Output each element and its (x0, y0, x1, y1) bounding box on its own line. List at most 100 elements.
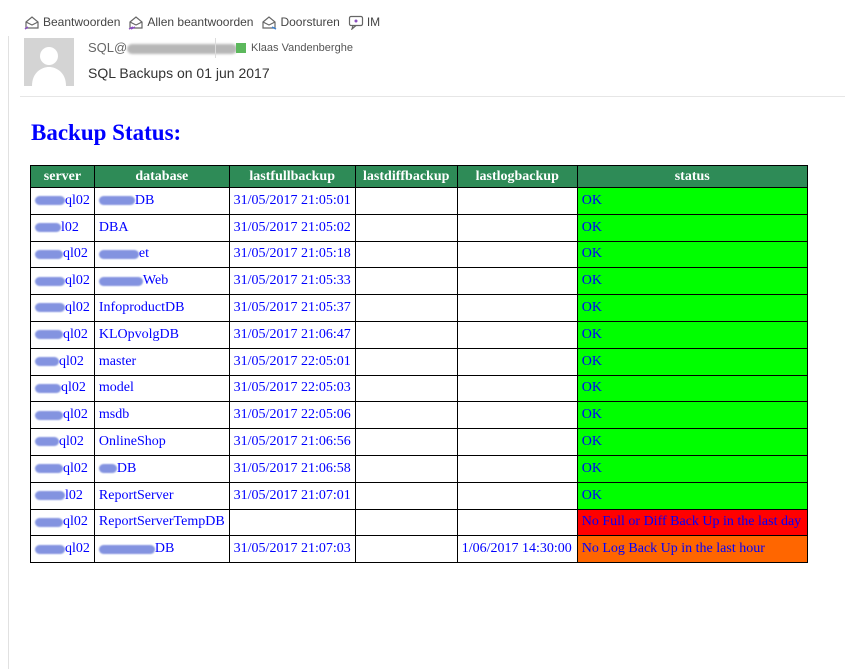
reply-all-button[interactable]: Allen beantwoorden (128, 14, 253, 30)
cell-status: OK (576, 401, 808, 430)
redacted-text (35, 330, 63, 340)
cell-database: ReportServer (93, 481, 230, 510)
cell-lastdiffbackup (354, 401, 458, 430)
cell-lastfullbackup-text: 31/05/2017 21:05:18 (233, 246, 351, 262)
reply-button[interactable]: Beantwoorden (24, 14, 120, 30)
cell-lastlogbackup (456, 294, 578, 322)
cell-lastfullbackup-text: 31/05/2017 21:05:37 (233, 300, 351, 316)
cell-server-text: ql02 (65, 192, 90, 208)
cell-server: ql02 (30, 428, 95, 456)
cell-status: No Log Back Up in the last hour (576, 535, 808, 564)
column-header-database: database (93, 165, 230, 188)
cell-database-text: ReportServer (98, 487, 174, 503)
cell-database-text: DB (134, 192, 155, 208)
cell-server: ql02 (30, 187, 95, 215)
redacted-text (98, 276, 143, 286)
column-header-lastdiffbackup: lastdiffbackup (354, 165, 458, 188)
redacted-text (98, 464, 117, 474)
header-separator (20, 96, 845, 97)
cell-lastlogbackup (456, 213, 578, 242)
cell-status-text: No Log Back Up in the last hour (581, 541, 765, 557)
cell-status-text: OK (581, 487, 602, 503)
cell-server: ql02 (30, 374, 95, 403)
redacted-text (98, 249, 139, 259)
table-row: ql02 DB 31/05/2017 21:05:01 OK (30, 187, 808, 215)
column-header-server: server (30, 165, 95, 188)
reply-all-label: Allen beantwoorden (147, 15, 254, 29)
cell-database: OnlineShop (93, 428, 230, 456)
redacted-sender-domain (127, 43, 238, 54)
redacted-text (98, 196, 135, 206)
table-row: ql02 Web 31/05/2017 21:05:33 OK (30, 267, 808, 296)
forward-button[interactable]: Doorsturen (261, 14, 340, 30)
cell-lastfullbackup-text: 31/05/2017 21:05:01 (233, 192, 351, 208)
cell-database: Web (93, 267, 230, 296)
cell-database-text: OnlineShop (98, 434, 166, 450)
cell-status: OK (576, 187, 808, 215)
table-row: ql02 et 31/05/2017 21:05:18 OK (30, 240, 808, 269)
cell-lastdiffbackup (354, 294, 458, 322)
redacted-text (98, 544, 155, 554)
cell-server-text: ql02 (59, 434, 84, 450)
cell-status: OK (576, 454, 808, 483)
cell-server-text: ql02 (63, 246, 88, 262)
cell-lastfullbackup: 31/05/2017 21:05:02 (228, 213, 356, 242)
cell-lastlogbackup (456, 401, 578, 430)
cell-database: DB (93, 535, 230, 564)
cell-lastlogbackup (456, 240, 578, 269)
header-divider (215, 38, 216, 58)
cell-database: KLOpvolgDB (93, 320, 230, 349)
cell-lastfullbackup-text: 31/05/2017 21:07:01 (233, 487, 351, 503)
cell-server-text: ql02 (63, 514, 88, 530)
forward-label: Doorsturen (280, 15, 340, 29)
cell-database: DB (93, 187, 230, 215)
cell-lastfullbackup: 31/05/2017 21:06:56 (228, 428, 356, 456)
table-row: ql02 DB 31/05/2017 21:06:58 OK (30, 454, 808, 483)
cell-lastfullbackup-text: 31/05/2017 21:06:47 (233, 326, 351, 342)
cell-lastlogbackup (456, 508, 578, 537)
redacted-text (35, 490, 65, 500)
reading-pane-border (8, 36, 9, 669)
cell-status: OK (576, 481, 808, 510)
cell-server-text: ql02 (59, 353, 84, 369)
cell-lastfullbackup: 31/05/2017 22:05:06 (228, 401, 356, 430)
cell-server: ql02 (30, 535, 95, 564)
im-button[interactable]: IM (348, 14, 380, 30)
cell-status: OK (576, 428, 808, 456)
cell-server-text: ql02 (63, 326, 88, 342)
cell-lastdiffbackup (354, 187, 458, 215)
reply-all-icon (129, 16, 143, 30)
cell-status-text: OK (581, 434, 602, 450)
person-icon (24, 38, 74, 86)
cell-status: OK (576, 374, 808, 403)
cell-server-text: l02 (61, 219, 79, 235)
cell-status: No Full or Diff Back Up in the last day (576, 508, 808, 537)
cell-status-text: OK (581, 219, 602, 235)
cell-lastlogbackup (456, 320, 578, 349)
presence-indicator (236, 43, 246, 53)
redacted-text (35, 517, 63, 527)
redacted-text (35, 464, 63, 474)
sender-prefix: SQL@ (88, 40, 128, 55)
cell-database: et (93, 240, 230, 269)
cell-lastfullbackup (228, 508, 356, 537)
cell-server: ql02 (30, 267, 95, 296)
recipient[interactable]: Klaas Vandenberghe (236, 42, 353, 54)
cell-status-text: OK (581, 380, 602, 396)
cell-server: ql02 (30, 454, 95, 483)
cell-lastlogbackup (456, 428, 578, 456)
cell-database-text: ReportServerTempDB (98, 514, 225, 530)
table-header-row: server database lastfullbackup lastdiffb… (30, 165, 808, 188)
cell-status-text: OK (581, 192, 602, 208)
cell-database-text: KLOpvolgDB (98, 326, 180, 342)
cell-lastdiffbackup (354, 320, 458, 349)
cell-database: DB (93, 454, 230, 483)
cell-server-text: ql02 (65, 300, 90, 316)
cell-status-text: OK (581, 246, 602, 262)
table-row: ql02 InfoproductDB 31/05/2017 21:05:37 OK (30, 294, 808, 322)
page-title: Backup Status: (31, 120, 182, 145)
cell-lastdiffbackup (354, 213, 458, 242)
redacted-text (35, 249, 63, 259)
cell-server: ql02 (30, 508, 95, 537)
cell-lastlogbackup (456, 187, 578, 215)
